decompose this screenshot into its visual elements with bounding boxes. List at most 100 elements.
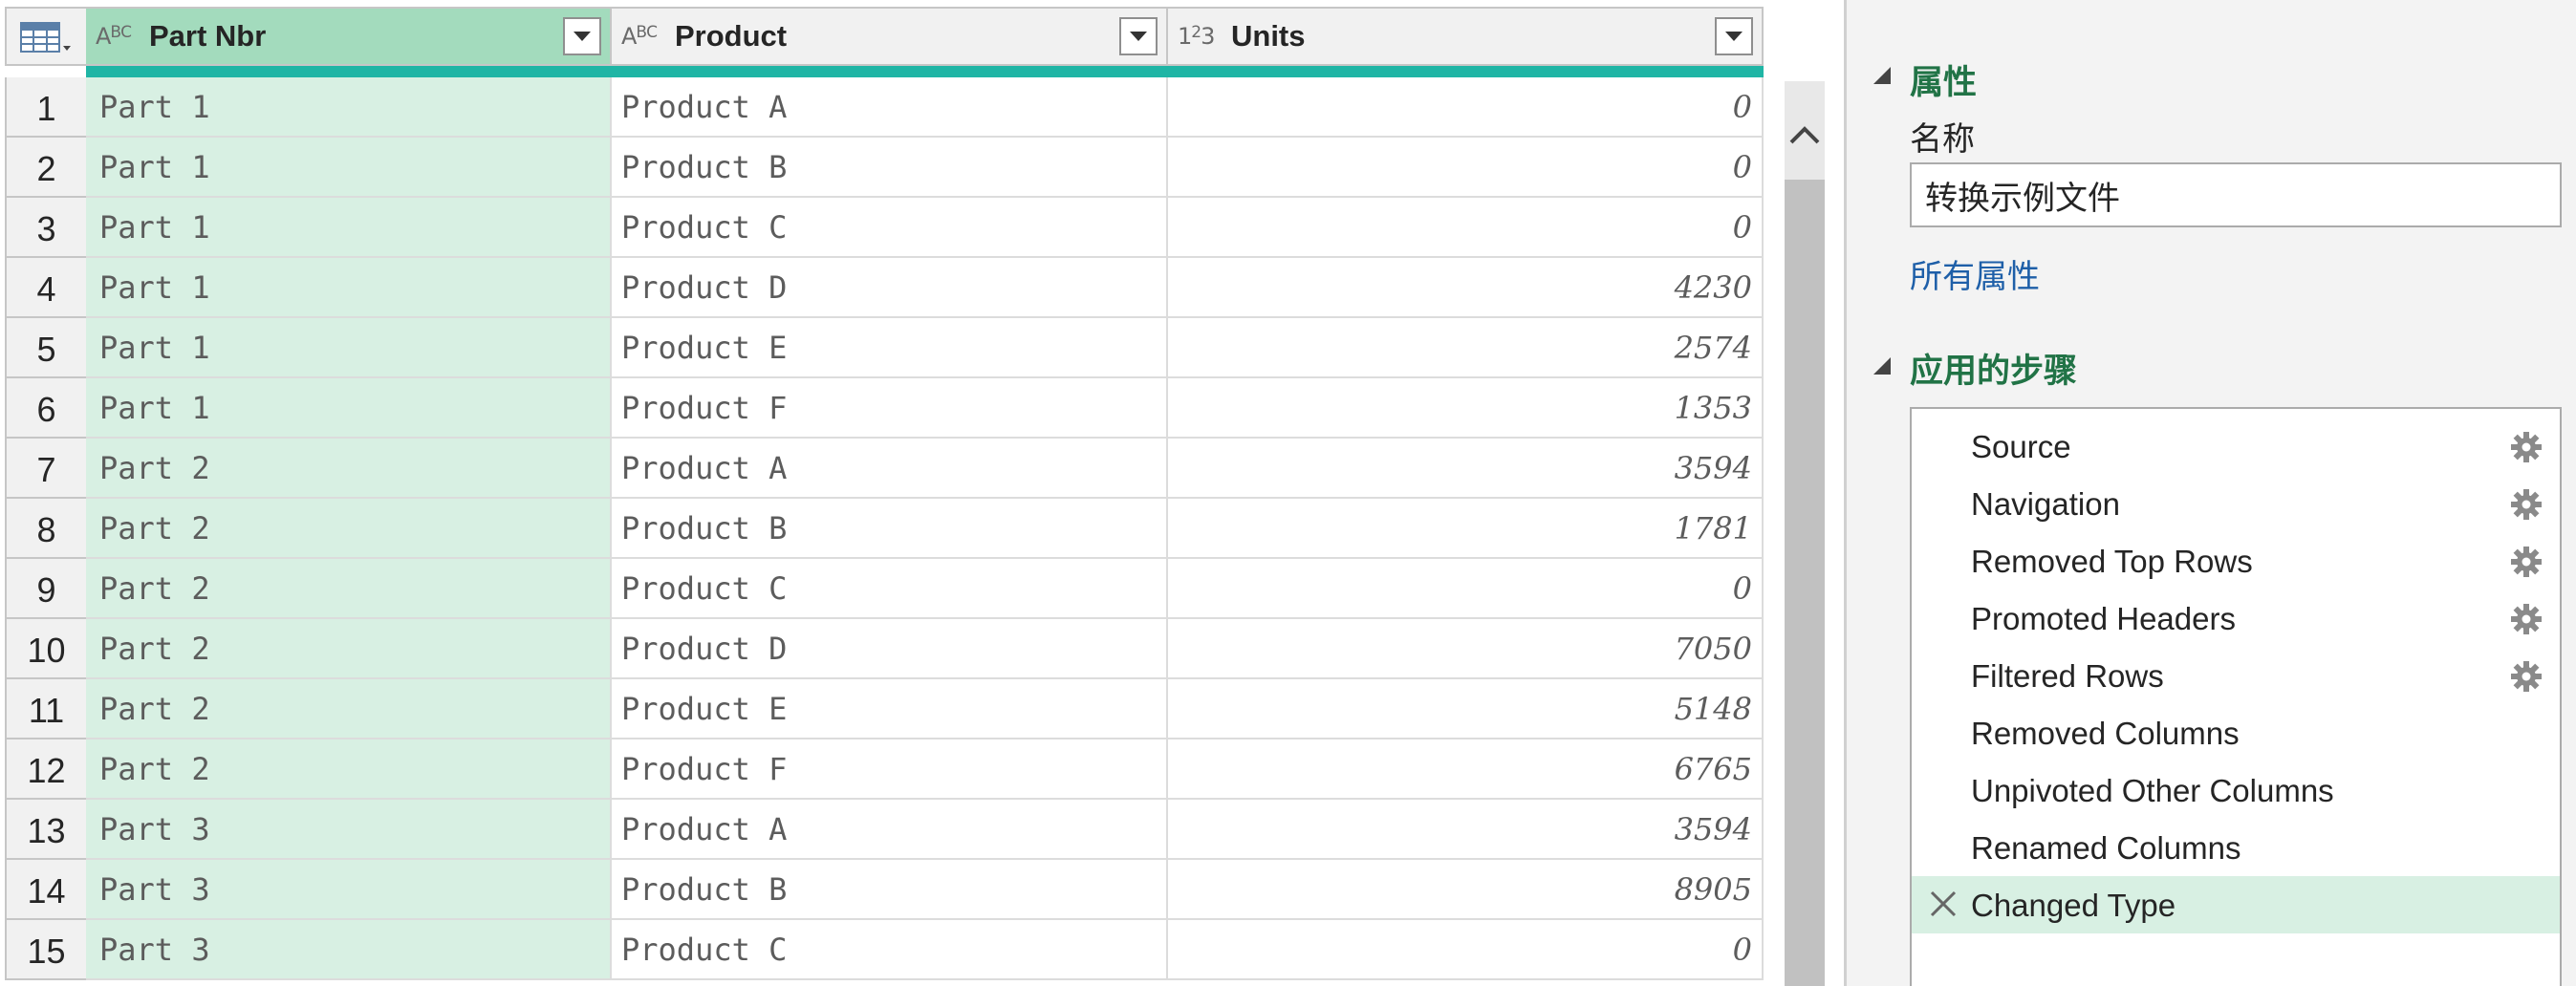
column-filter-button[interactable] xyxy=(563,17,601,55)
cell-product[interactable]: Product B xyxy=(612,138,1168,198)
applied-step[interactable]: Promoted Headers xyxy=(1912,589,2560,647)
cell-units[interactable]: 4230 xyxy=(1168,258,1764,318)
cell-units[interactable]: 7050 xyxy=(1168,619,1764,679)
column-filter-button[interactable] xyxy=(1119,17,1158,55)
cell-units[interactable]: 0 xyxy=(1168,559,1764,619)
chevron-down-icon xyxy=(1130,32,1147,41)
row-number[interactable]: 6 xyxy=(5,378,86,439)
table-row: 12 Part 2 Product F 6765 xyxy=(0,740,1764,800)
cell-product[interactable]: Product C xyxy=(612,920,1168,980)
text-type-icon[interactable]: ABC xyxy=(621,23,675,50)
row-number[interactable]: 7 xyxy=(5,439,86,499)
row-number[interactable]: 3 xyxy=(5,198,86,258)
gear-icon[interactable] xyxy=(2510,546,2543,578)
gear-icon[interactable] xyxy=(2510,603,2543,635)
cell-product[interactable]: Product B xyxy=(612,499,1168,559)
query-settings-pane: 属性 名称 所有属性 应用的步骤 Source Navigation Removed… xyxy=(1847,0,2576,986)
cell-part-nbr[interactable]: Part 3 xyxy=(86,860,612,920)
close-icon[interactable] xyxy=(1927,888,1959,920)
row-number[interactable]: 13 xyxy=(5,800,86,860)
cell-product[interactable]: Product B xyxy=(612,860,1168,920)
vertical-scrollbar[interactable] xyxy=(1785,81,1825,986)
cell-units[interactable]: 0 xyxy=(1168,198,1764,258)
number-type-icon[interactable]: 123 xyxy=(1178,23,1231,50)
cell-product[interactable]: Product D xyxy=(612,619,1168,679)
cell-units[interactable]: 0 xyxy=(1168,138,1764,198)
row-number[interactable]: 11 xyxy=(5,679,86,740)
applied-step[interactable]: Navigation xyxy=(1912,475,2560,532)
row-number[interactable]: 15 xyxy=(5,920,86,980)
query-name-input[interactable] xyxy=(1910,162,2562,227)
column-filter-button[interactable] xyxy=(1715,17,1753,55)
row-number[interactable]: 10 xyxy=(5,619,86,679)
cell-product[interactable]: Product F xyxy=(612,740,1168,800)
cell-part-nbr[interactable]: Part 2 xyxy=(86,499,612,559)
gear-icon[interactable] xyxy=(2510,488,2543,521)
cell-part-nbr[interactable]: Part 1 xyxy=(86,378,612,439)
cell-units[interactable]: 1781 xyxy=(1168,499,1764,559)
cell-product[interactable]: Product A xyxy=(612,800,1168,860)
column-header-product[interactable]: ABC Product xyxy=(612,7,1168,66)
cell-part-nbr[interactable]: Part 1 xyxy=(86,258,612,318)
cell-part-nbr[interactable]: Part 2 xyxy=(86,439,612,499)
row-number[interactable]: 12 xyxy=(5,740,86,800)
triangle-collapse-icon[interactable] xyxy=(1872,65,1893,86)
row-number[interactable]: 5 xyxy=(5,318,86,378)
cell-product[interactable]: Product E xyxy=(612,318,1168,378)
column-title: Units xyxy=(1231,19,1306,53)
cell-units[interactable]: 5148 xyxy=(1168,679,1764,740)
cell-part-nbr[interactable]: Part 1 xyxy=(86,318,612,378)
applied-step[interactable]: Removed Columns xyxy=(1912,704,2560,761)
column-quality-bar xyxy=(612,66,1168,77)
applied-step[interactable]: Renamed Columns xyxy=(1912,819,2560,876)
triangle-collapse-icon[interactable] xyxy=(1872,355,1893,376)
row-number[interactable]: 9 xyxy=(5,559,86,619)
cell-part-nbr[interactable]: Part 3 xyxy=(86,800,612,860)
gear-icon[interactable] xyxy=(2510,660,2543,693)
cell-product[interactable]: Product E xyxy=(612,679,1168,740)
cell-units[interactable]: 8905 xyxy=(1168,860,1764,920)
power-query-editor: ABC Part Nbr ABC Product 123 Units 1 Par… xyxy=(0,0,2576,986)
applied-step[interactable]: Removed Top Rows xyxy=(1912,532,2560,589)
cell-product[interactable]: Product D xyxy=(612,258,1168,318)
applied-step[interactable]: Filtered Rows xyxy=(1912,647,2560,704)
cell-units[interactable]: 0 xyxy=(1168,77,1764,138)
scrollbar-thumb[interactable] xyxy=(1785,180,1825,986)
cell-part-nbr[interactable]: Part 1 xyxy=(86,77,612,138)
gear-icon[interactable] xyxy=(2510,431,2543,463)
cell-product[interactable]: Product A xyxy=(612,77,1168,138)
cell-part-nbr[interactable]: Part 2 xyxy=(86,559,612,619)
applied-step[interactable]: Changed Type xyxy=(1912,876,2560,933)
all-properties-link[interactable]: 所有属性 xyxy=(1910,250,2040,297)
cell-units[interactable]: 3594 xyxy=(1168,439,1764,499)
cell-units[interactable]: 6765 xyxy=(1168,740,1764,800)
cell-part-nbr[interactable]: Part 2 xyxy=(86,679,612,740)
cell-units[interactable]: 1353 xyxy=(1168,378,1764,439)
cell-part-nbr[interactable]: Part 2 xyxy=(86,619,612,679)
row-number[interactable]: 8 xyxy=(5,499,86,559)
cell-units[interactable]: 0 xyxy=(1168,920,1764,980)
row-number[interactable]: 14 xyxy=(5,860,86,920)
chevron-up-icon xyxy=(1789,126,1820,144)
cell-units[interactable]: 3594 xyxy=(1168,800,1764,860)
text-type-icon[interactable]: ABC xyxy=(96,23,149,50)
row-number[interactable]: 1 xyxy=(5,77,86,138)
cell-part-nbr[interactable]: Part 2 xyxy=(86,740,612,800)
column-header-part-nbr[interactable]: ABC Part Nbr xyxy=(86,7,612,66)
row-number[interactable]: 2 xyxy=(5,138,86,198)
scroll-up-button[interactable] xyxy=(1788,124,1821,149)
cell-part-nbr[interactable]: Part 1 xyxy=(86,138,612,198)
applied-step[interactable]: Source xyxy=(1912,418,2560,475)
cell-product[interactable]: Product A xyxy=(612,439,1168,499)
applied-step[interactable]: Unpivoted Other Columns xyxy=(1912,761,2560,819)
table-menu-button[interactable] xyxy=(5,7,86,66)
row-number[interactable]: 4 xyxy=(5,258,86,318)
table-row: 2 Part 1 Product B0 xyxy=(0,138,1764,198)
cell-product[interactable]: Product C xyxy=(612,198,1168,258)
column-header-units[interactable]: 123 Units xyxy=(1168,7,1764,66)
cell-units[interactable]: 2574 xyxy=(1168,318,1764,378)
cell-product[interactable]: Product F xyxy=(612,378,1168,439)
cell-part-nbr[interactable]: Part 3 xyxy=(86,920,612,980)
cell-product[interactable]: Product C xyxy=(612,559,1168,619)
cell-part-nbr[interactable]: Part 1 xyxy=(86,198,612,258)
